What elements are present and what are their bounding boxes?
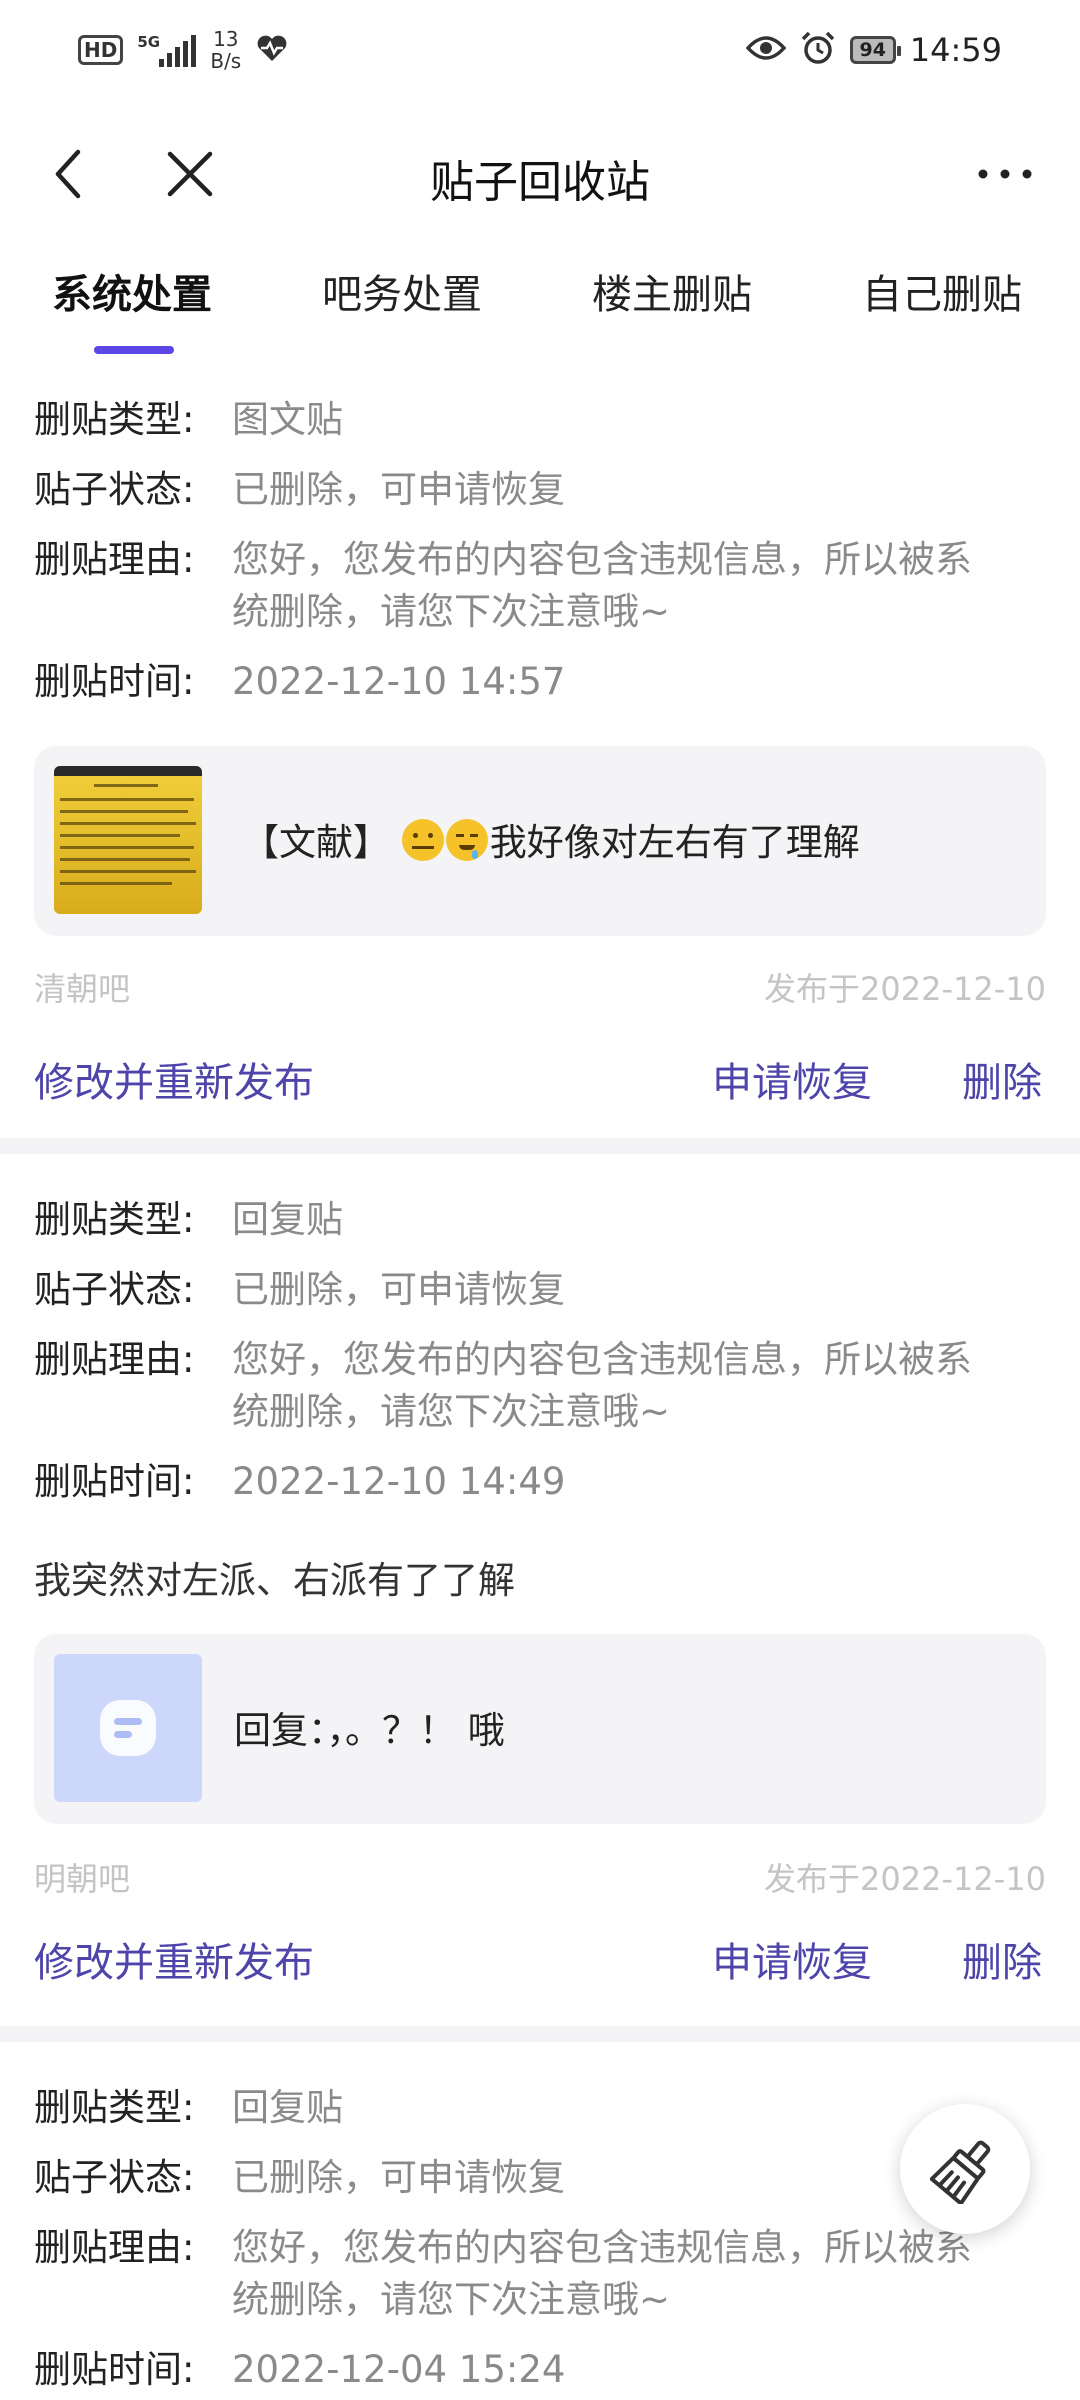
hd-badge: HD xyxy=(78,35,124,65)
clean-floating-button[interactable] xyxy=(900,2104,1030,2234)
zipper-mouth-emoji-icon xyxy=(401,819,444,861)
tab-self-deleted[interactable]: 自己删贴 xyxy=(862,262,1022,320)
broom-icon xyxy=(930,2140,991,2204)
net-speed-value: 13 xyxy=(213,27,239,51)
time-label: 删贴时间: xyxy=(34,660,195,703)
more-icon xyxy=(978,169,1032,179)
status-value: 已删除，可申请恢复 xyxy=(232,468,565,511)
edit-republish-button[interactable]: 修改并重新发布 xyxy=(34,1930,314,1988)
reason-value: 您好，您发布的内容包含违规信息，所以被系 统删除，请您下次注意哦~ xyxy=(232,2222,1052,2326)
app-placeholder-icon xyxy=(100,1700,156,1756)
card-divider xyxy=(0,2026,1080,2042)
status-right: 94 14:59 xyxy=(745,30,1002,70)
tab-bar: 系统处置 吧务处置 楼主删贴 自己删贴 xyxy=(0,262,1080,362)
status-label: 贴子状态: xyxy=(34,2156,195,2199)
delete-button[interactable]: 删除 xyxy=(962,1930,1042,1988)
time-value: 2022-12-10 14:49 xyxy=(232,1460,566,1503)
status-time: 14:59 xyxy=(909,31,1002,69)
post-thumbnail xyxy=(54,1654,202,1802)
time-label: 删贴时间: xyxy=(34,1460,195,1503)
delete-button[interactable]: 删除 xyxy=(962,1050,1042,1108)
type-value: 回复贴 xyxy=(232,1198,343,1241)
reason-label: 删贴理由: xyxy=(34,538,195,581)
forum-name[interactable]: 清朝吧 xyxy=(34,964,130,1010)
time-label: 删贴时间: xyxy=(34,2348,195,2391)
forum-name[interactable]: 明朝吧 xyxy=(34,1854,130,1900)
publish-date: 发布于2022-12-10 xyxy=(764,970,1046,1008)
reason-line: 您好，您发布的内容包含违规信息，所以被系 xyxy=(232,2226,972,2269)
post-preview[interactable]: 【文献】 我好像对左右有了理解 xyxy=(34,746,1046,936)
network-type: 5G xyxy=(137,33,161,51)
signal-icon: 5G xyxy=(137,33,197,67)
alarm-icon xyxy=(800,30,836,70)
type-value: 图文贴 xyxy=(232,398,343,441)
status-label: 贴子状态: xyxy=(34,468,195,511)
net-speed-unit: B/s xyxy=(210,49,242,73)
reason-line: 统删除，请您下次注意哦~ xyxy=(232,2278,671,2321)
tab-owner-deleted[interactable]: 楼主删贴 xyxy=(592,262,752,320)
post-title-prefix: 【文献】 xyxy=(242,821,390,864)
post-title: 回复：，。？！ 哦 xyxy=(234,1709,505,1752)
type-label: 删贴类型: xyxy=(34,2086,195,2129)
reason-value: 您好，您发布的内容包含违规信息，所以被系 统删除，请您下次注意哦~ xyxy=(232,534,1052,638)
net-speed: 13 B/s xyxy=(210,28,241,72)
publish-date: 发布于2022-12-10 xyxy=(764,1860,1046,1898)
reason-value: 您好，您发布的内容包含违规信息，所以被系 统删除，请您下次注意哦~ xyxy=(232,1334,1052,1438)
eye-icon xyxy=(745,34,787,66)
page-title: 贴子回收站 xyxy=(430,157,650,208)
post-title-text: 我好像对左右有了理解 xyxy=(489,821,860,864)
post-thumbnail xyxy=(54,766,202,914)
tab-indicator xyxy=(94,346,174,354)
type-label: 删贴类型: xyxy=(34,398,195,441)
post-title: 【文献】 我好像对左右有了理解 xyxy=(242,812,860,866)
edit-republish-button[interactable]: 修改并重新发布 xyxy=(34,1050,314,1108)
status-bar: HD 5G 13 B/s 94 14:59 xyxy=(0,0,1080,110)
type-label: 删贴类型: xyxy=(34,1198,195,1241)
reason-label: 删贴理由: xyxy=(34,2226,195,2269)
restore-button[interactable]: 申请恢复 xyxy=(712,1930,872,1988)
heart-pulse-icon xyxy=(255,33,289,67)
tab-system[interactable]: 系统处置 xyxy=(52,262,212,320)
status-label: 贴子状态: xyxy=(34,1268,195,1311)
reason-line: 统删除，请您下次注意哦~ xyxy=(232,1390,671,1433)
reason-line: 您好，您发布的内容包含违规信息，所以被系 xyxy=(232,538,972,581)
drooling-face-emoji-icon xyxy=(445,819,488,861)
battery-indicator: 94 xyxy=(849,36,901,64)
status-left: HD 5G 13 B/s xyxy=(78,28,289,72)
more-button[interactable] xyxy=(970,144,1040,204)
card-divider xyxy=(0,1138,1080,1154)
time-value: 2022-12-04 15:24 xyxy=(232,2348,566,2391)
restore-button[interactable]: 申请恢复 xyxy=(712,1050,872,1108)
reason-line: 您好，您发布的内容包含违规信息，所以被系 xyxy=(232,1338,972,1381)
post-preview[interactable]: 回复：，。？！ 哦 xyxy=(34,1634,1046,1824)
reply-content: 我突然对左派、右派有了了解 xyxy=(34,1559,515,1602)
tab-admin[interactable]: 吧务处置 xyxy=(322,262,482,320)
navigation-bar: 贴子回收站 xyxy=(0,120,1080,230)
reason-label: 删贴理由: xyxy=(34,1338,195,1381)
status-value: 已删除，可申请恢复 xyxy=(232,1268,565,1311)
reason-line: 统删除，请您下次注意哦~ xyxy=(232,590,671,633)
time-value: 2022-12-10 14:57 xyxy=(232,660,566,703)
